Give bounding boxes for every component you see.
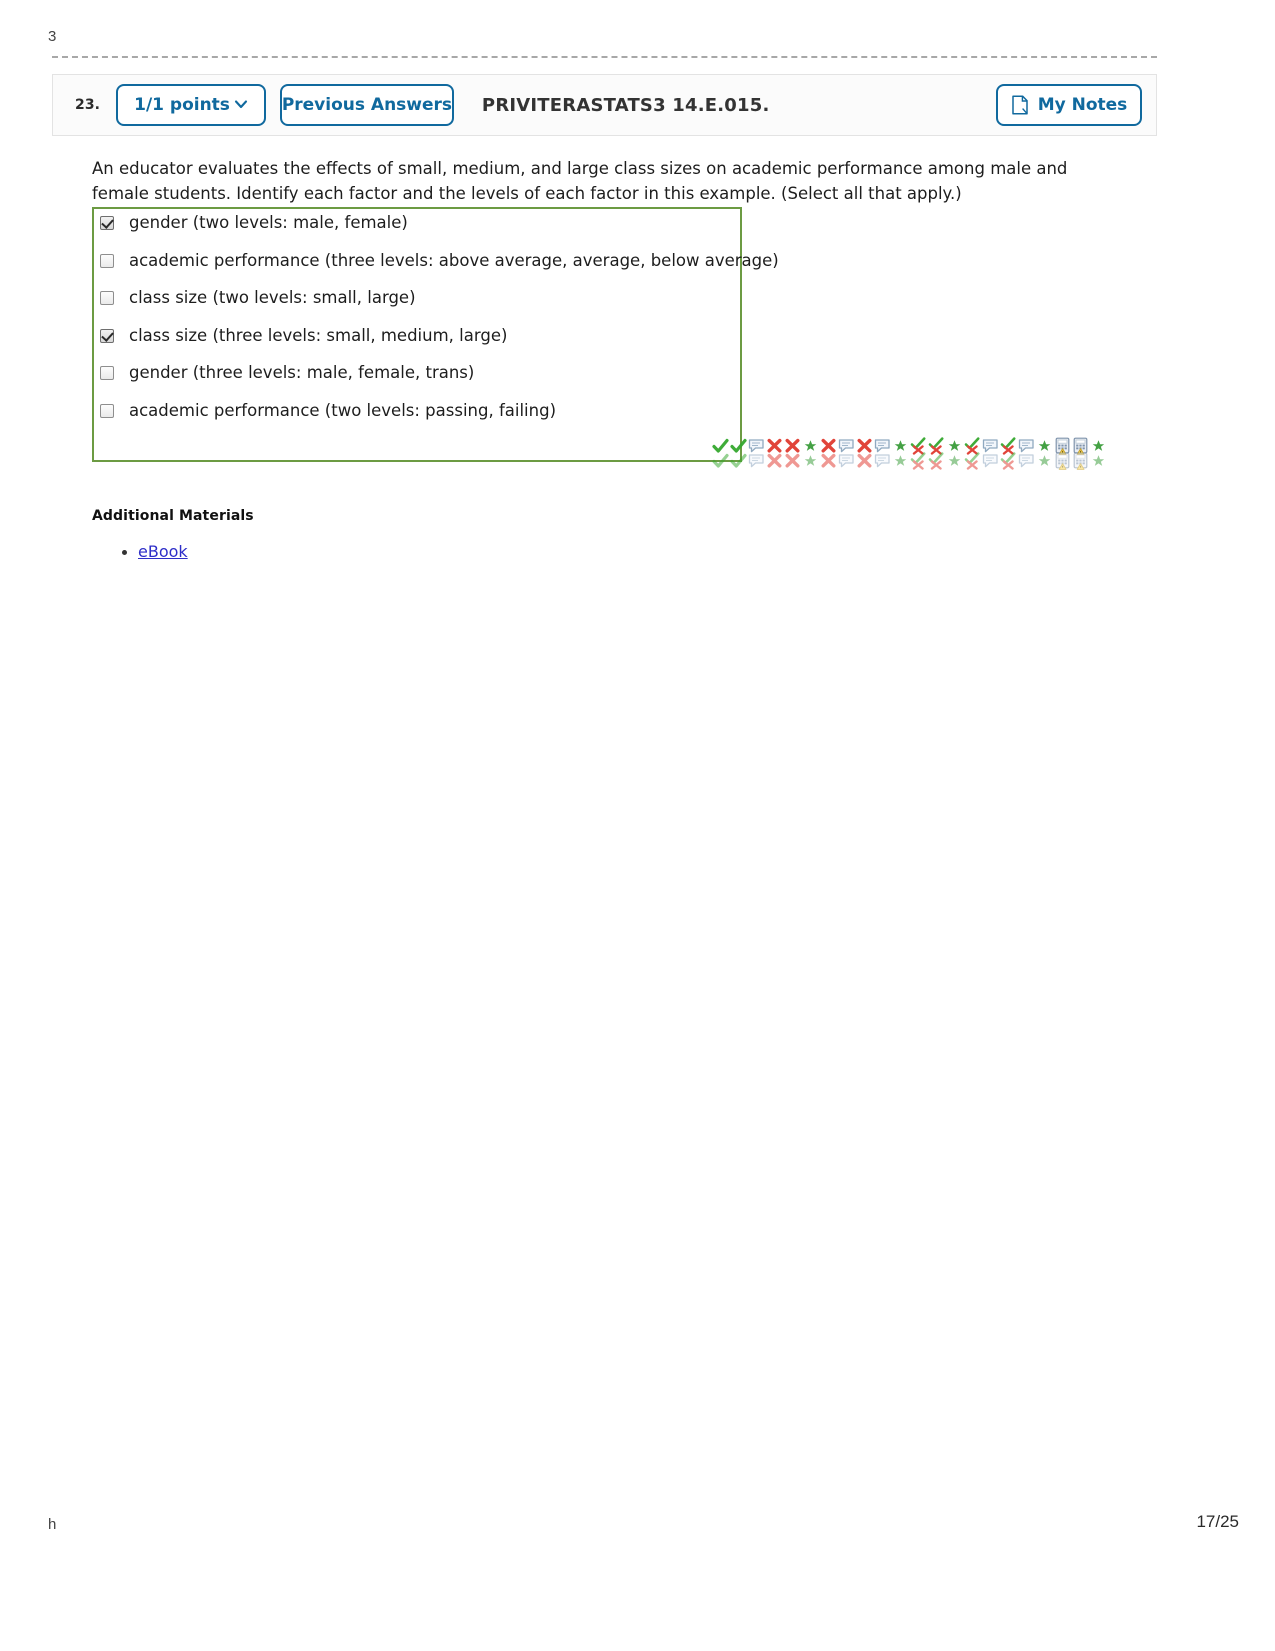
check-cross-icon [928,451,945,470]
comment-icon [838,451,855,470]
section-divider [52,56,1157,58]
grading-icon-row-shadow [712,451,1104,470]
question-id: PRIVITERASTATS3 14.E.015. [481,94,770,116]
check-cross-icon [964,451,981,470]
cross-icon [820,451,837,470]
choice-row[interactable]: gender (three levels: male, female, tran… [100,362,800,400]
additional-materials-list: eBook [112,542,188,561]
choice-row[interactable]: class size (two levels: small, large) [100,287,800,325]
page-edge-artifact-bottom: h [48,1516,57,1533]
grading-icon-cluster [712,436,1104,476]
checkbox-unchecked-icon[interactable] [100,253,114,268]
choice-row[interactable]: class size (three levels: small, medium,… [100,325,800,363]
list-item: eBook [138,542,188,561]
points-button[interactable]: 1/1 points [116,84,266,126]
choice-label: academic performance (two levels: passin… [129,400,557,420]
question-number: 23. [75,97,101,113]
question-body: An educator evaluates the effects of sma… [92,156,1132,206]
ebook-link[interactable]: eBook [138,542,188,561]
cross-icon [766,451,783,470]
cross-icon [784,451,801,470]
star-icon [946,451,963,470]
question-prompt: An educator evaluates the effects of sma… [92,159,1068,203]
note-page-icon [1011,95,1029,115]
choice-label: gender (two levels: male, female) [129,213,408,232]
star-icon [802,451,819,470]
star-icon [892,451,909,470]
points-label: 1/1 points [134,95,230,115]
additional-materials-title: Additional Materials [92,508,254,524]
checkbox-unchecked-icon[interactable] [100,403,114,418]
choice-label: class size (two levels: small, large) [129,288,416,307]
calculator-icon [1054,451,1071,470]
comment-icon [1018,451,1035,470]
choice-label: class size (three levels: small, medium,… [129,325,508,345]
comment-icon [748,451,765,470]
choice-row[interactable]: academic performance (two levels: passin… [100,400,800,438]
question-header-bar: 23. 1/1 points Previous Answers PRIVITER… [52,74,1157,136]
check-icon [712,451,729,470]
comment-icon [982,451,999,470]
previous-answers-label: Previous Answers [281,95,453,115]
checkbox-checked-icon[interactable] [100,216,114,230]
choice-label: gender (three levels: male, female, tran… [129,363,475,382]
comment-icon [874,451,891,470]
page-edge-artifact-top: 3 [48,28,57,45]
choice-label: academic performance (three levels: abov… [129,250,779,270]
check-cross-icon [1000,451,1017,470]
my-notes-button[interactable]: My Notes [996,84,1142,126]
cross-icon [856,451,873,470]
checkbox-unchecked-icon[interactable] [100,291,114,305]
check-icon [730,451,747,470]
check-cross-icon [910,451,927,470]
star-icon [1090,451,1104,470]
choice-list: gender (two levels: male, female) academi… [100,212,800,437]
calculator-icon [1072,451,1089,470]
chevron-down-icon [234,97,248,111]
page-number-footer: 17/25 [1196,1512,1239,1531]
my-notes-label: My Notes [1037,95,1128,115]
choice-row[interactable]: academic performance (three levels: abov… [100,250,800,288]
checkbox-unchecked-icon[interactable] [100,366,114,380]
choice-row[interactable]: gender (two levels: male, female) [100,212,800,250]
star-icon [1036,451,1053,470]
previous-answers-button[interactable]: Previous Answers [279,84,454,126]
checkbox-checked-icon[interactable] [100,328,114,343]
